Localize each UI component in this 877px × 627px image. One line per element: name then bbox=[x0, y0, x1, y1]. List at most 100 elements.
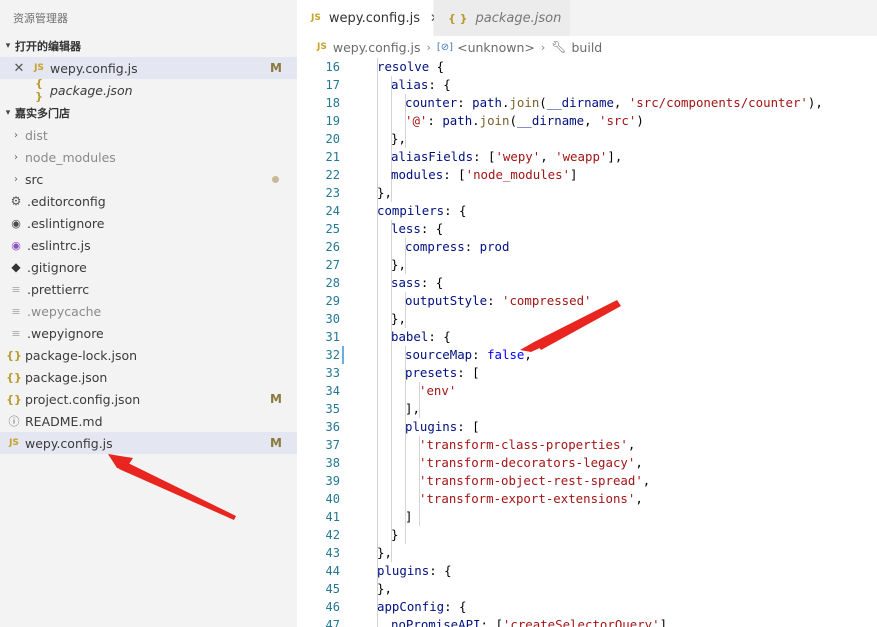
tree-item-label: .prettierrc bbox=[27, 281, 90, 297]
breadcrumb: JS wepy.config.js › [⊘] <unknown> › 🔧︎ b… bbox=[297, 36, 877, 58]
code-line: less: { bbox=[391, 221, 444, 236]
code-line: '@': path.join(__dirname, 'src') bbox=[405, 113, 644, 128]
line-number: 32 bbox=[325, 348, 340, 362]
close-icon[interactable]: ✕ bbox=[10, 61, 28, 76]
chevron-right-icon: › bbox=[14, 129, 18, 141]
code-line: aliasFields: ['wepy', 'weapp'], bbox=[391, 149, 623, 164]
modified-badge: M bbox=[270, 61, 282, 75]
tree-item-label: project.config.json bbox=[25, 391, 141, 407]
code-line: alias: { bbox=[391, 77, 451, 92]
code-line: }, bbox=[377, 545, 392, 560]
line-number: 40 bbox=[325, 492, 340, 506]
line-number: 18 bbox=[325, 96, 340, 110]
tree-item-label: .eslintignore bbox=[27, 215, 105, 231]
open-editors-header[interactable]: ▾ 打开的编辑器 bbox=[0, 35, 297, 57]
js-file-icon: JS bbox=[9, 438, 19, 448]
code-line: sourceMap: false, bbox=[405, 347, 532, 362]
js-file-icon: JS bbox=[34, 63, 44, 73]
code-line: compress: prod bbox=[405, 239, 510, 254]
code-line: }, bbox=[391, 131, 406, 146]
line-number: 34 bbox=[325, 384, 340, 398]
modified-badge: M bbox=[270, 392, 282, 406]
code-line: compilers: { bbox=[377, 203, 467, 218]
tree-item-wepycache[interactable]: ≡ .wepycache bbox=[0, 300, 297, 322]
tree-item-label: README.md bbox=[25, 413, 103, 429]
line-number: 35 bbox=[325, 402, 340, 416]
code-line: ], bbox=[405, 401, 420, 416]
tree-item-label: package.json bbox=[25, 369, 108, 385]
tree-item-eslintignore[interactable]: ◉ .eslintignore bbox=[0, 212, 297, 234]
line-number: 38 bbox=[325, 456, 340, 470]
tree-item-gitignore[interactable]: ◆ .gitignore bbox=[0, 256, 297, 278]
wrench-icon: 🔧︎ bbox=[551, 40, 567, 54]
code-line: noPromiseAPI: ['createSelectorQuery'] bbox=[391, 617, 668, 627]
code-line: }, bbox=[391, 257, 406, 272]
open-editor-package-json[interactable]: { } package.json bbox=[0, 77, 297, 103]
code-line: 'env' bbox=[419, 383, 457, 398]
code-line: appConfig: { bbox=[377, 599, 467, 614]
line-number: 46 bbox=[325, 600, 340, 614]
line-number: 24 bbox=[325, 204, 340, 218]
code-line: plugins: [ bbox=[405, 419, 480, 434]
open-editor-wepy-config[interactable]: ✕ JS wepy.config.js M bbox=[0, 57, 297, 79]
line-number: 31 bbox=[325, 330, 340, 344]
tree-item-readme[interactable]: ⓘ README.md bbox=[0, 410, 297, 432]
code-line: }, bbox=[377, 185, 392, 200]
breadcrumb-unknown[interactable]: <unknown> bbox=[457, 40, 535, 55]
code-line: resolve { bbox=[377, 59, 445, 74]
explorer-sidebar: 资源管理器 ▾ 打开的编辑器 ✕ JS wepy.config.js M { }… bbox=[0, 0, 297, 627]
line-number: 47 bbox=[325, 618, 340, 627]
code-line: }, bbox=[377, 581, 392, 596]
tree-item-dist[interactable]: › dist bbox=[0, 124, 297, 146]
lines-icon: ≡ bbox=[11, 326, 21, 340]
breadcrumb-build[interactable]: build bbox=[571, 40, 602, 55]
indent-guide bbox=[377, 58, 378, 627]
tree-item-prettierrc[interactable]: ≡ .prettierrc bbox=[0, 278, 297, 300]
tree-item-eslintrc[interactable]: ◉ .eslintrc.js bbox=[0, 234, 297, 256]
tree-item-label: dist bbox=[25, 127, 48, 143]
line-number: 43 bbox=[325, 546, 340, 560]
breadcrumb-file[interactable]: wepy.config.js bbox=[333, 40, 421, 55]
tree-item-label: .wepyignore bbox=[27, 325, 104, 341]
modified-badge: M bbox=[270, 436, 282, 450]
info-icon: ⓘ bbox=[8, 415, 20, 428]
tree-item-wepyignore[interactable]: ≡ .wepyignore bbox=[0, 322, 297, 344]
line-number: 41 bbox=[325, 510, 340, 524]
tree-item-node-modules[interactable]: › node_modules bbox=[0, 146, 297, 168]
json-file-icon: { } bbox=[448, 11, 468, 25]
line-number: 23 bbox=[325, 186, 340, 200]
line-number: 19 bbox=[325, 114, 340, 128]
tree-item-package-lock[interactable]: {} package-lock.json bbox=[0, 344, 297, 366]
code-line: 'transform-export-extensions', bbox=[419, 491, 643, 506]
chevron-right-icon: › bbox=[540, 40, 546, 54]
code-editor[interactable]: 16 resolve {17 alias: {18 counter: path.joi… bbox=[297, 58, 877, 627]
open-editor-label: package.json bbox=[50, 82, 133, 98]
json-file-icon: { } bbox=[35, 77, 43, 103]
modified-dot-icon bbox=[272, 175, 279, 183]
chevron-right-icon: › bbox=[14, 173, 18, 185]
line-number: 29 bbox=[325, 294, 340, 308]
tree-item-wepy-config[interactable]: JS wepy.config.js M bbox=[0, 432, 297, 454]
tree-item-editorconfig[interactable]: ⚙ .editorconfig bbox=[0, 190, 297, 212]
tab-label: package.json bbox=[475, 10, 562, 26]
json-file-icon: {} bbox=[6, 392, 22, 406]
tree-item-package-json[interactable]: {} package.json bbox=[0, 366, 297, 388]
tree-item-src[interactable]: › src bbox=[0, 168, 297, 190]
code-line: outputStyle: 'compressed' bbox=[405, 293, 592, 308]
project-folder-header[interactable]: ▾ 嘉实多门店 bbox=[0, 102, 297, 124]
tab-package-json[interactable]: { } package.json bbox=[434, 0, 570, 36]
modified-line-marker bbox=[342, 346, 344, 364]
tree-item-project-config[interactable]: {} project.config.json M bbox=[0, 388, 297, 410]
code-line: 'transform-class-properties', bbox=[419, 437, 636, 452]
git-icon: ◆ bbox=[11, 260, 21, 274]
code-line: modules: ['node_modules'] bbox=[391, 167, 578, 182]
tab-wepy-config[interactable]: JS wepy.config.js ✕ bbox=[297, 0, 440, 36]
tree-item-label: node_modules bbox=[25, 149, 116, 165]
line-number: 28 bbox=[325, 276, 340, 290]
chevron-down-icon: ▾ bbox=[5, 41, 11, 51]
eslint-icon: ◉ bbox=[11, 238, 21, 252]
tree-item-label: wepy.config.js bbox=[25, 435, 113, 451]
editor-tab-bar: JS wepy.config.js ✕ { } package.json bbox=[297, 0, 877, 36]
line-number: 26 bbox=[325, 240, 340, 254]
line-number: 25 bbox=[325, 222, 340, 236]
